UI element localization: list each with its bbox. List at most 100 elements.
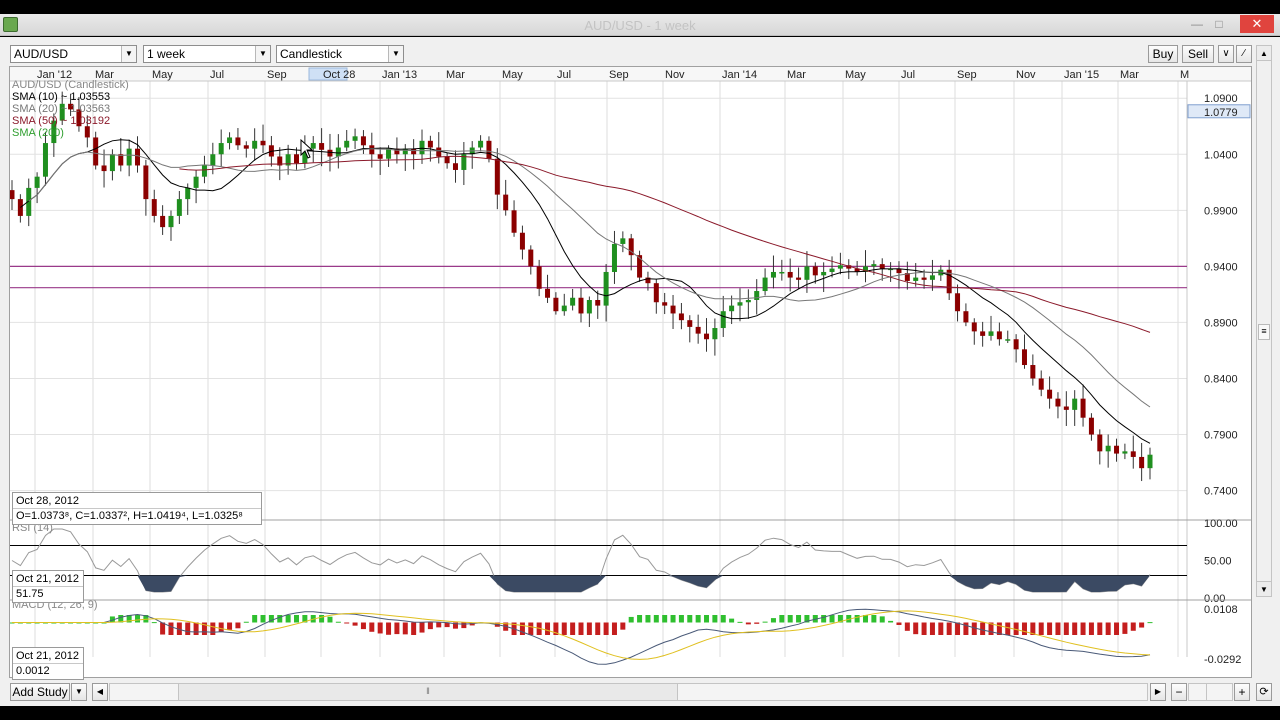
horizontal-lines <box>10 265 1187 289</box>
horizontal-scroll-thumb[interactable]: ‖ <box>178 684 678 700</box>
candle-body <box>344 140 350 148</box>
macd-histogram-bar <box>1055 622 1061 635</box>
macd-histogram-bar <box>1038 622 1044 635</box>
chart-type-select[interactable]: Candlestick ▼ <box>276 45 404 63</box>
time-tick-label: Jan '15 <box>1064 69 1099 81</box>
macd-histogram-bar <box>662 615 668 623</box>
macd-histogram-bar <box>168 622 174 635</box>
scroll-right-icon[interactable]: ▶ <box>1150 683 1166 701</box>
macd-histogram-bar <box>946 622 952 635</box>
chart-canvas[interactable]: Jan '12 Mar May Jul Sep Oct 28 Jan '13 Mar May Ju… <box>10 67 1251 677</box>
macd-histogram-bar <box>829 615 835 623</box>
macd-histogram-bar <box>611 622 617 635</box>
candle-body <box>327 149 333 157</box>
macd-histogram-bar <box>980 622 986 635</box>
horizontal-scrollbar[interactable]: ‖ <box>109 683 1148 701</box>
macd-histogram-bar <box>327 616 333 623</box>
draw-tool-icon[interactable]: ∨ <box>1218 45 1234 63</box>
candle-body <box>804 266 810 280</box>
minimize-icon[interactable]: — <box>1188 17 1206 32</box>
candle-body <box>193 176 199 188</box>
window-title: AUD/USD - 1 week <box>584 18 696 33</box>
add-study-chevron-down-icon[interactable]: ▼ <box>71 683 87 701</box>
maximize-icon[interactable]: □ <box>1210 17 1228 32</box>
candle-body <box>34 176 40 188</box>
candle-body <box>503 194 509 211</box>
line-tool-icon[interactable]: ∕ <box>1236 45 1252 63</box>
macd-histogram-bar <box>821 615 827 623</box>
rsi-date: Oct 21, 2012 <box>16 573 79 585</box>
close-window-button[interactable]: ✕ <box>1240 15 1274 33</box>
chevron-down-icon[interactable]: ▼ <box>121 46 136 62</box>
chart-area[interactable]: Jan '12 Mar May Jul Sep Oct 28 Jan '13 Mar May Ju… <box>9 66 1252 680</box>
macd-histogram-bar <box>227 622 233 630</box>
candle-body <box>837 265 843 269</box>
candle-body <box>319 143 325 150</box>
reset-zoom-icon[interactable]: ⟳ <box>1256 683 1272 701</box>
macd-histogram-bar <box>243 621 249 623</box>
time-tick-label: Jul <box>210 69 224 81</box>
macd-histogram-bar <box>160 622 166 635</box>
macd-value: 0.0012 <box>13 663 83 678</box>
buy-button[interactable]: Buy <box>1148 45 1178 63</box>
time-tick-label: Mar <box>1120 69 1139 81</box>
symbol-value: AUD/USD <box>14 47 69 61</box>
time-tick-label: Oct 28 <box>323 69 355 81</box>
candle-body <box>611 243 617 272</box>
candle-body <box>879 264 885 269</box>
candle-body <box>1021 349 1027 366</box>
candlestick-series <box>10 91 1153 482</box>
macd-histogram-bar <box>796 615 802 623</box>
candle-body <box>436 147 442 157</box>
legend-sma10: SMA (10) ~ 1.03553 <box>12 91 110 103</box>
candle-body <box>762 277 768 292</box>
macd-histogram-bar <box>720 615 726 623</box>
zoom-in-icon[interactable]: + <box>1234 683 1250 701</box>
candle-body <box>971 322 977 332</box>
candle-body <box>595 300 601 306</box>
macd-histogram-bar <box>360 622 366 630</box>
interval-value: 1 week <box>147 47 186 61</box>
macd-histogram-bar <box>528 622 534 635</box>
candle-body <box>570 297 576 306</box>
macd-histogram-bar <box>411 622 417 635</box>
candle-body <box>519 232 525 250</box>
macd-date: Oct 21, 2012 <box>16 650 79 662</box>
chevron-down-icon[interactable]: ▼ <box>255 46 270 62</box>
candle-body <box>921 277 927 280</box>
scroll-left-icon[interactable]: ◀ <box>92 683 108 701</box>
macd-histogram-bar <box>352 622 358 626</box>
scroll-thumb[interactable]: ≡ <box>1258 324 1270 340</box>
macd-histogram-bar <box>628 616 634 623</box>
zoom-slider[interactable] <box>1188 683 1233 701</box>
macd-histogram-bar <box>770 618 776 623</box>
macd-histogram-bar <box>252 615 258 623</box>
macd-histogram-bar <box>913 622 919 635</box>
zoom-out-icon[interactable]: − <box>1171 683 1187 701</box>
macd-histogram-bar <box>260 615 266 623</box>
scroll-up-icon[interactable]: ▲ <box>1257 46 1271 61</box>
symbol-select[interactable]: AUD/USD ▼ <box>10 45 137 63</box>
time-tick-label: Sep <box>609 69 629 81</box>
scroll-down-icon[interactable]: ▼ <box>1257 581 1271 596</box>
candle-body <box>1114 445 1120 454</box>
candle-body <box>444 156 450 164</box>
macd-histogram-bar <box>135 615 141 623</box>
vertical-scrollbar[interactable]: ▲ ≡ ▼ <box>1256 45 1272 597</box>
candle-body <box>486 140 492 159</box>
candle-body <box>335 147 341 157</box>
sell-button[interactable]: Sell <box>1182 45 1214 63</box>
interval-select[interactable]: 1 week ▼ <box>143 45 271 63</box>
candle-body <box>980 331 986 336</box>
legend-sma20: SMA (20) ~ 1.03563 <box>12 103 110 115</box>
candle-body <box>478 140 484 148</box>
chevron-down-icon[interactable]: ▼ <box>388 46 403 62</box>
time-tick-label: May <box>502 69 523 81</box>
add-study-button[interactable]: Add Study <box>10 683 70 701</box>
candle-body <box>1139 456 1145 469</box>
macd-histogram-bar <box>1097 622 1103 635</box>
candle-body <box>729 305 735 312</box>
candle-body <box>929 275 935 280</box>
macd-histogram-bar <box>737 621 743 623</box>
price-tick-label: 0.7900 <box>1204 430 1238 442</box>
